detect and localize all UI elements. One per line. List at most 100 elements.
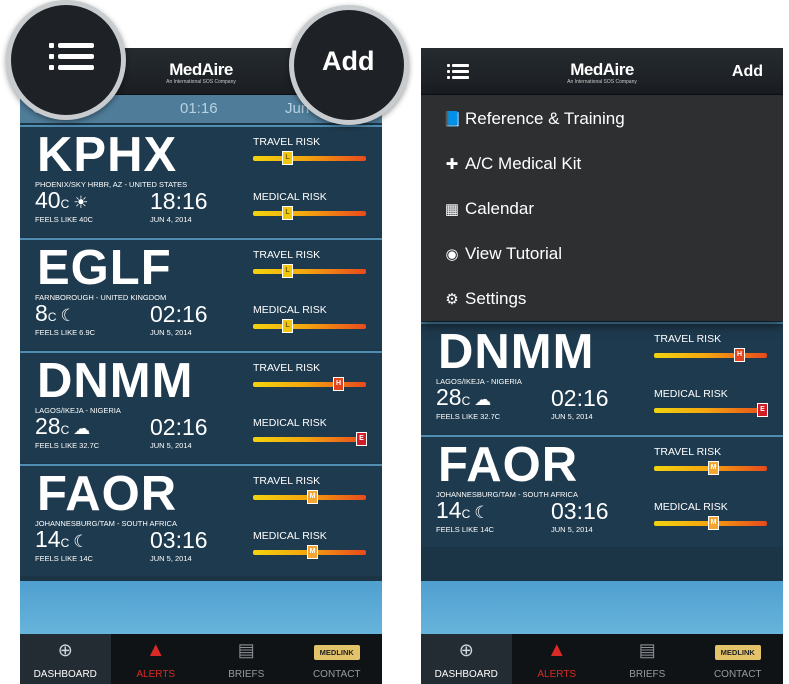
medical-risk-label: MEDICAL RISK: [253, 417, 327, 429]
temperature: 14C ☾: [35, 525, 89, 557]
medical-risk-label: MEDICAL RISK: [253, 530, 327, 542]
feels-like: FEELS LIKE 32.7C: [35, 441, 100, 450]
medical-risk-marker: M: [307, 545, 318, 559]
local-date: JUN 5, 2014: [551, 525, 593, 534]
bottom-tab-bar: ⊕ DASHBOARD ▲ ALERTS ▤ BRIEFS MEDLINK CO…: [421, 634, 783, 684]
travel-risk-marker: H: [734, 348, 745, 362]
medical-risk-label: MEDICAL RISK: [654, 501, 728, 513]
menu-icon-magnified[interactable]: [49, 43, 95, 75]
menu-item-label: Reference & Training: [465, 109, 625, 128]
temperature-unit: C: [461, 507, 471, 521]
travel-risk-bar: M: [253, 490, 366, 504]
airport-card[interactable]: FAOR JOHANNESBURG/TAM - SOUTH AFRICA 14C…: [20, 464, 382, 576]
menu-item-label: A/C Medical Kit: [465, 154, 582, 173]
feels-like: FEELS LIKE 32.7C: [436, 412, 501, 421]
tab-contact-label: CONTACT: [713, 669, 762, 680]
tab-alerts[interactable]: ▲ ALERTS: [512, 634, 603, 684]
travel-risk-marker: M: [307, 490, 318, 504]
magnified-menu-callout: [6, 0, 126, 120]
temperature-value: 40: [35, 187, 61, 213]
menu-item[interactable]: ✚ A/C Medical Kit: [443, 154, 582, 174]
crosshair-icon: ⊕: [458, 640, 474, 660]
temperature: 40C☀: [35, 186, 89, 218]
airport-card[interactable]: KPHX PHOENIX/SKY HRBR, AZ - UNITED STATE…: [20, 125, 382, 237]
medlink-badge: MEDLINK: [714, 645, 761, 660]
airport-code: KPHX: [37, 128, 178, 182]
temperature: 14C ☾: [436, 496, 490, 528]
calendar-icon: ▦: [444, 201, 460, 218]
medical-risk-bar: M: [654, 516, 767, 530]
tab-dashboard[interactable]: ⊕ DASHBOARD: [20, 634, 111, 684]
tab-briefs-label: BRIEFS: [629, 669, 666, 680]
local-date: JUN 5, 2014: [150, 554, 192, 563]
tab-dashboard[interactable]: ⊕ DASHBOARD: [421, 634, 512, 684]
menu-item[interactable]: ◉ View Tutorial: [443, 244, 562, 264]
alert-triangle-icon: ▲: [546, 639, 567, 661]
airport-card[interactable]: EGLF FARNBOROUGH - UNITED KINGDOM 8C☾ FE…: [20, 238, 382, 350]
map-icon: ▤: [638, 640, 656, 660]
temperature-value: 28: [35, 413, 61, 439]
airport-code: FAOR: [438, 438, 579, 492]
temperature-unit: C: [60, 536, 70, 550]
tab-alerts-label: ALERTS: [136, 669, 176, 680]
travel-risk-label: TRAVEL RISK: [253, 475, 321, 487]
airport-card[interactable]: DNMM LAGOS/IKEJA - NIGERIA 28C ☁ FEELS LI…: [421, 322, 783, 434]
app-screen-dashboard: MedAire An International SOS Company Add…: [20, 48, 382, 684]
airport-code: DNMM: [37, 354, 194, 408]
bottom-tab-bar: ⊕ DASHBOARD ▲ ALERTS ▤ BRIEFS MEDLINK CO…: [20, 634, 382, 684]
local-date: JUN 5, 2014: [150, 441, 192, 450]
airport-code: DNMM: [438, 325, 595, 379]
temperature-value: 8: [35, 300, 48, 326]
time-bar-clock: 01:16: [180, 100, 218, 117]
medical-risk-marker: L: [282, 319, 293, 333]
tab-dashboard-label: DASHBOARD: [434, 669, 498, 680]
book-icon: 📘: [443, 111, 462, 128]
travel-risk-label: TRAVEL RISK: [253, 249, 321, 261]
airport-card[interactable]: FAOR JOHANNESBURG/TAM - SOUTH AFRICA 14C…: [421, 435, 783, 547]
travel-risk-label: TRAVEL RISK: [654, 333, 722, 345]
local-time: 02:16: [150, 414, 208, 440]
menu-item-label: Settings: [465, 289, 527, 308]
temperature-value: 28: [436, 384, 462, 410]
local-time: 03:16: [150, 527, 208, 553]
top-bar: MedAire An International SOS Company Add: [421, 48, 783, 95]
travel-risk-label: TRAVEL RISK: [253, 362, 321, 374]
temperature: 28C ☁: [35, 412, 90, 444]
tab-contact[interactable]: MEDLINK CONTACT: [693, 634, 784, 684]
tab-dashboard-label: DASHBOARD: [33, 669, 97, 680]
menu-item[interactable]: ⚙ Settings: [443, 289, 526, 309]
feels-like: FEELS LIKE 14C: [436, 525, 494, 534]
navigation-menu: 📘 Reference & Training ✚ A/C Medical Kit ▦ Ca…: [421, 95, 783, 321]
weather-icon: ☁: [73, 419, 91, 438]
temperature-unit: C: [60, 423, 70, 437]
temperature: 8C☾: [35, 299, 76, 331]
medical-risk-marker: E: [356, 432, 367, 446]
medical-risk-label: MEDICAL RISK: [253, 191, 327, 203]
feels-like: FEELS LIKE 14C: [35, 554, 93, 563]
add-button[interactable]: Add: [732, 63, 763, 81]
menu-item[interactable]: ▦ Calendar: [443, 199, 534, 219]
tab-briefs[interactable]: ▤ BRIEFS: [201, 634, 292, 684]
medical-risk-bar: L: [253, 319, 366, 333]
add-button-magnified[interactable]: Add: [322, 46, 374, 77]
list-footer: [421, 581, 783, 634]
local-time: 18:16: [150, 188, 208, 214]
local-date: JUN 5, 2014: [150, 328, 192, 337]
medical-risk-bar: M: [253, 545, 366, 559]
map-icon: ▤: [237, 640, 255, 660]
tab-alerts[interactable]: ▲ ALERTS: [111, 634, 202, 684]
tab-contact[interactable]: MEDLINK CONTACT: [292, 634, 383, 684]
weather-icon: ☾: [60, 306, 76, 325]
menu-item[interactable]: 📘 Reference & Training: [443, 109, 625, 129]
travel-risk-marker: L: [282, 264, 293, 278]
magnified-add-callout: Add: [289, 5, 409, 125]
airport-code: EGLF: [37, 241, 172, 295]
brand-tagline: An International SOS Company: [567, 79, 637, 85]
airport-card[interactable]: DNMM LAGOS/IKEJA - NIGERIA 28C ☁ FEELS LI…: [20, 351, 382, 463]
travel-risk-bar: L: [253, 151, 366, 165]
feels-like: FEELS LIKE 40C: [35, 215, 93, 224]
tab-contact-label: CONTACT: [312, 669, 361, 680]
temperature-value: 14: [436, 497, 462, 523]
tab-briefs[interactable]: ▤ BRIEFS: [602, 634, 693, 684]
temperature-unit: C: [47, 310, 57, 324]
